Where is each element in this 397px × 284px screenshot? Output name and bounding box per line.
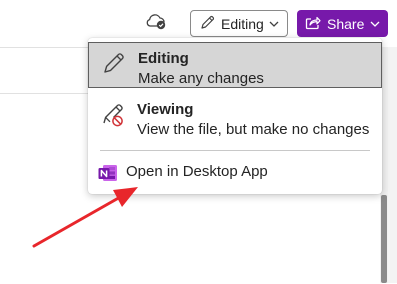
menu-item-editing[interactable]: Editing Make any changes <box>88 42 382 88</box>
pencil-blocked-icon <box>101 102 127 133</box>
cloud-sync-icon <box>144 11 168 36</box>
editing-mode-label: Editing <box>221 15 264 32</box>
onenote-app-icon <box>98 164 118 187</box>
editing-mode-button[interactable]: Editing <box>190 10 288 37</box>
cloud-sync-status-button[interactable] <box>141 9 171 37</box>
share-button[interactable]: Share <box>297 10 388 37</box>
menu-divider <box>100 150 370 151</box>
chevron-down-icon <box>370 21 380 27</box>
menu-item-editing-title: Editing <box>138 50 189 67</box>
menu-item-viewing-title: Viewing <box>137 101 194 118</box>
menu-item-viewing[interactable]: Viewing View the file, but make no chang… <box>88 93 382 139</box>
pencil-icon <box>102 51 126 80</box>
document-divider <box>0 93 94 94</box>
menu-item-editing-description: Make any changes <box>138 70 264 87</box>
menu-item-viewing-description: View the file, but make no changes <box>137 121 370 138</box>
share-label: Share <box>327 15 365 32</box>
share-icon <box>305 15 321 33</box>
pencil-icon <box>200 15 215 33</box>
open-in-desktop-app-label: Open in Desktop App <box>126 163 268 180</box>
vertical-scrollbar-thumb[interactable] <box>381 195 387 283</box>
menu-item-open-in-desktop-app[interactable]: Open in Desktop App <box>88 156 382 188</box>
editing-mode-menu: Editing Make any changes Viewing View th… <box>88 38 382 194</box>
chevron-down-icon <box>269 21 279 27</box>
